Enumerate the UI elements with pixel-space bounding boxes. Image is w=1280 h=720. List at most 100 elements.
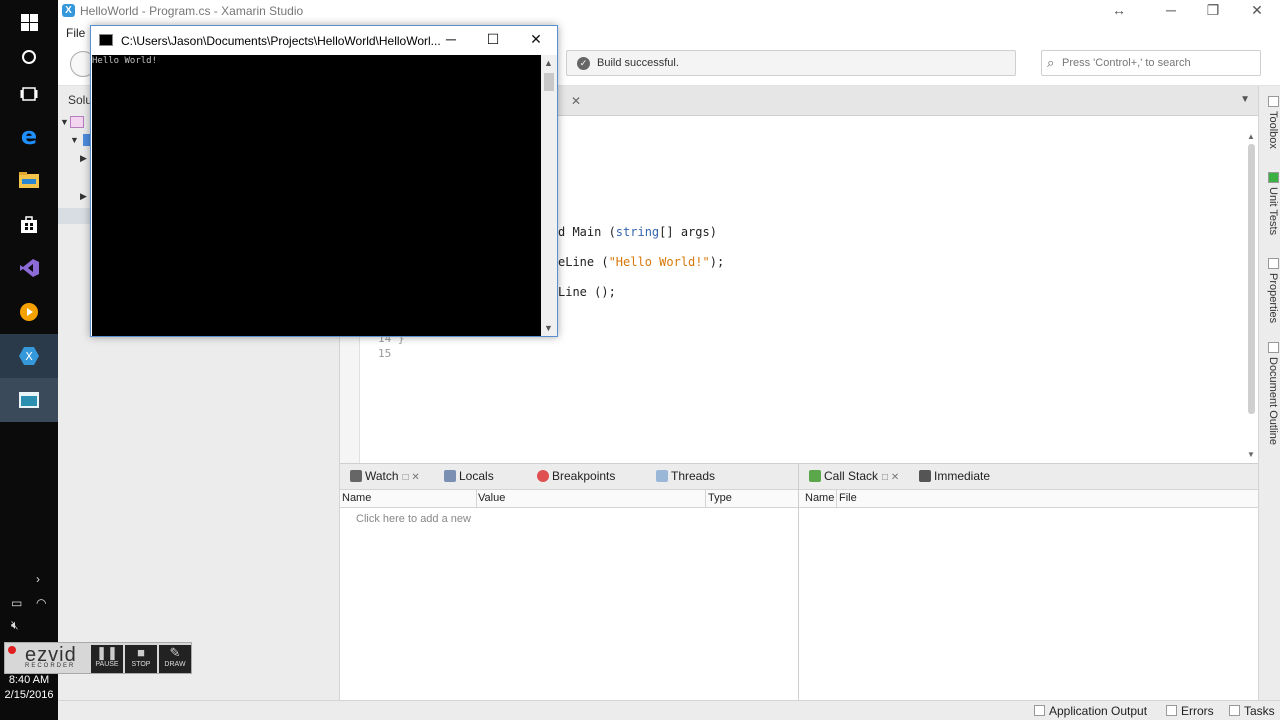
status-bar: Application Output Errors Tasks (58, 700, 1280, 720)
scroll-up-icon[interactable]: ▲ (1247, 132, 1255, 141)
breakpoints-icon (537, 470, 549, 482)
editor-scrollbar[interactable]: ▲ ▼ (1244, 132, 1258, 463)
callstack-pad-tabs: Call Stack □ ✕ Immediate (799, 464, 1258, 490)
immediate-icon (919, 470, 931, 482)
scrollbar-thumb[interactable] (544, 73, 554, 91)
recording-indicator-icon (8, 646, 16, 654)
code-line-readline: Line (); (558, 285, 616, 299)
console-output-area[interactable]: Hello World! (92, 55, 541, 336)
tab-breakpoints[interactable]: Breakpoints (537, 469, 615, 483)
taskbar-time[interactable]: 8:40 AM (0, 674, 58, 686)
column-name[interactable]: Name (805, 492, 834, 504)
pause-button[interactable]: ❚❚ PAUSE (91, 645, 123, 673)
console-close-button[interactable]: ✕ (521, 31, 551, 48)
tab-dropdown-icon[interactable]: ▼ (1240, 94, 1250, 105)
callstack-pad: Call Stack □ ✕ Immediate Name File (798, 463, 1258, 700)
tasks-icon (1229, 705, 1240, 716)
console-output-text: Hello World! (92, 56, 158, 66)
console-minimize-button[interactable]: ─ (436, 31, 466, 47)
task-view-icon[interactable] (0, 72, 58, 116)
stop-icon: ■ (137, 645, 145, 660)
application-output-button[interactable]: Application Output (1034, 704, 1147, 718)
line-number-15: 15 (378, 347, 392, 360)
tab-close-icon[interactable]: ✕ (571, 94, 581, 108)
ezvid-recorder: ezvid RECORDER ❚❚ PAUSE ■ STOP ✎ DRAW (4, 642, 192, 674)
minimize-button[interactable]: ─ (1156, 2, 1186, 18)
errors-button[interactable]: Errors (1166, 704, 1214, 718)
close-button[interactable]: ✕ (1242, 2, 1272, 19)
selected-tree-row[interactable] (58, 208, 92, 224)
xamarin-studio-icon[interactable]: X (0, 334, 58, 378)
menu-file[interactable]: File (66, 26, 85, 40)
visual-studio-icon[interactable] (0, 246, 58, 290)
desktop: e X › ▭ ◠ 🔇︎ 8:40 AM 2/15/2016 X HelloWo… (0, 0, 1280, 720)
tree-expand-icon[interactable]: ▼ (60, 117, 69, 127)
ezvid-sub: RECORDER (25, 663, 76, 669)
xamarin-logo-icon: X (62, 4, 75, 17)
show-hidden-icons-chevron-icon[interactable]: › (36, 572, 40, 586)
pad-close-icon[interactable]: □ ✕ (882, 472, 899, 483)
column-type[interactable]: Type (708, 492, 732, 504)
application-output-icon (1034, 705, 1045, 716)
scroll-down-icon[interactable]: ▼ (544, 323, 553, 333)
dock-document-outline[interactable]: Document Outline (1261, 342, 1279, 445)
volume-muted-icon[interactable]: 🔇︎ (11, 618, 19, 633)
scrollbar-thumb[interactable] (1248, 144, 1255, 414)
console-maximize-button[interactable]: ☐ (478, 31, 508, 48)
properties-icon (1267, 258, 1279, 269)
taskbar-date[interactable]: 2/15/2016 (0, 689, 58, 701)
watch-pad-tabs: Watch □ ✕ Locals Breakpoints Threads (340, 464, 798, 490)
scroll-up-icon[interactable]: ▲ (544, 58, 553, 68)
locals-icon (444, 470, 456, 482)
column-separator (705, 490, 706, 508)
dock-toolbox[interactable]: Toolbox (1261, 96, 1279, 149)
pad-close-icon[interactable]: □ ✕ (403, 472, 420, 483)
resize-icon: ↔ (1112, 2, 1126, 18)
column-separator (476, 490, 477, 508)
solution-pad-header: Solu (68, 93, 93, 107)
stop-button[interactable]: ■ STOP (125, 645, 157, 673)
pause-icon: ❚❚ (96, 645, 118, 660)
search-input[interactable]: ⌕ Press 'Control+,' to search (1041, 50, 1261, 76)
column-name[interactable]: Name (342, 492, 371, 504)
call-stack-icon (809, 470, 821, 482)
code-line-main: d Main (string[] args) (558, 225, 717, 239)
draw-button[interactable]: ✎ DRAW (159, 645, 191, 673)
console-window-icon[interactable] (0, 378, 58, 422)
console-title-bar[interactable]: C:\Users\Jason\Documents\Projects\HelloW… (91, 26, 557, 55)
windows-taskbar: e X › ▭ ◠ 🔇︎ 8:40 AM 2/15/2016 (0, 0, 58, 720)
console-window[interactable]: C:\Users\Jason\Documents\Projects\HelloW… (90, 25, 558, 337)
edge-browser-icon[interactable]: e (0, 114, 58, 158)
tab-immediate[interactable]: Immediate (919, 469, 990, 483)
store-icon[interactable] (0, 202, 58, 246)
tree-expand-icon[interactable]: ▼ (70, 135, 79, 145)
dock-unit-tests[interactable]: Unit Tests (1261, 172, 1279, 235)
tab-call-stack[interactable]: Call Stack □ ✕ (809, 469, 899, 483)
watch-icon (350, 470, 362, 482)
tree-collapse-icon[interactable]: ▶ (80, 191, 87, 202)
threads-icon (656, 470, 668, 482)
column-value[interactable]: Value (478, 492, 505, 504)
add-watch-hint[interactable]: Click here to add a new (356, 513, 471, 525)
console-scrollbar[interactable]: ▲ ▼ (541, 55, 557, 336)
tab-threads[interactable]: Threads (656, 469, 715, 483)
tab-locals[interactable]: Locals (444, 469, 494, 483)
console-title: C:\Users\Jason\Documents\Projects\HelloW… (121, 34, 441, 48)
build-status-bar: ✓ Build successful. (566, 50, 1016, 76)
scroll-down-icon[interactable]: ▼ (1247, 450, 1255, 459)
tree-collapse-icon[interactable]: ▶ (80, 153, 87, 164)
build-status-text: Build successful. (597, 57, 679, 69)
tasks-button[interactable]: Tasks (1229, 704, 1275, 718)
restore-button[interactable]: ❐ (1198, 2, 1228, 19)
wifi-icon[interactable]: ◠ (36, 596, 46, 610)
media-player-icon[interactable] (0, 290, 58, 334)
window-title: HelloWorld - Program.cs - Xamarin Studio (80, 4, 304, 18)
file-explorer-icon[interactable] (0, 158, 58, 202)
dock-properties[interactable]: Properties (1261, 258, 1279, 323)
code-line-writeline: eLine ("Hello World!"); (558, 255, 725, 269)
column-separator (836, 490, 837, 508)
column-file[interactable]: File (839, 492, 857, 504)
network-icon[interactable]: ▭ (11, 596, 22, 610)
tab-watch[interactable]: Watch □ ✕ (350, 469, 420, 483)
unit-tests-icon (1267, 172, 1279, 183)
